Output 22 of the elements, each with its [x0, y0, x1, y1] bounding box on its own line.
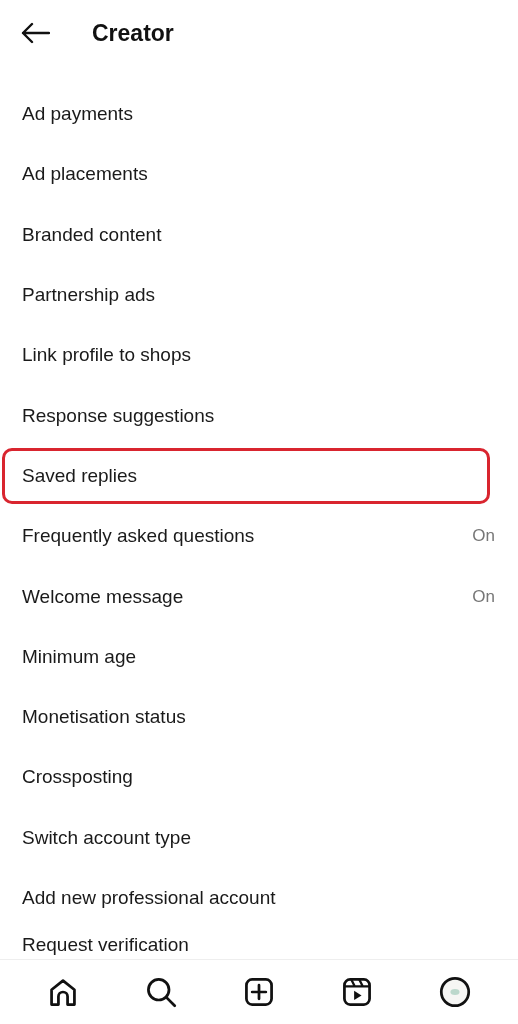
- search-icon[interactable]: [145, 976, 177, 1008]
- home-icon[interactable]: [47, 976, 79, 1008]
- settings-item[interactable]: Branded content: [2, 206, 498, 263]
- settings-item[interactable]: Monetisation status: [2, 688, 498, 746]
- settings-item[interactable]: Frequently asked questions On: [2, 508, 498, 565]
- settings-item[interactable]: Ad payments: [2, 86, 498, 143]
- settings-item[interactable]: Saved replies: [2, 447, 490, 505]
- status-value: On: [472, 586, 495, 607]
- settings-item[interactable]: Minimum age: [2, 628, 498, 685]
- page-title: Creator: [92, 19, 174, 47]
- avatar-icon[interactable]: [439, 976, 471, 1008]
- settings-item[interactable]: Crossposting: [2, 749, 498, 806]
- create-icon[interactable]: [243, 976, 275, 1008]
- settings-item[interactable]: Switch account type: [2, 809, 498, 866]
- settings-item[interactable]: Partnership ads: [2, 266, 498, 324]
- settings-item[interactable]: Link profile to shops: [2, 327, 498, 384]
- back-icon[interactable]: [20, 22, 50, 44]
- reels-icon[interactable]: [341, 976, 373, 1008]
- settings-item[interactable]: Ad placements: [2, 146, 498, 203]
- settings-item[interactable]: Response suggestions: [2, 387, 498, 444]
- settings-item[interactable]: Welcome message On: [2, 568, 498, 625]
- status-value: On: [472, 526, 495, 547]
